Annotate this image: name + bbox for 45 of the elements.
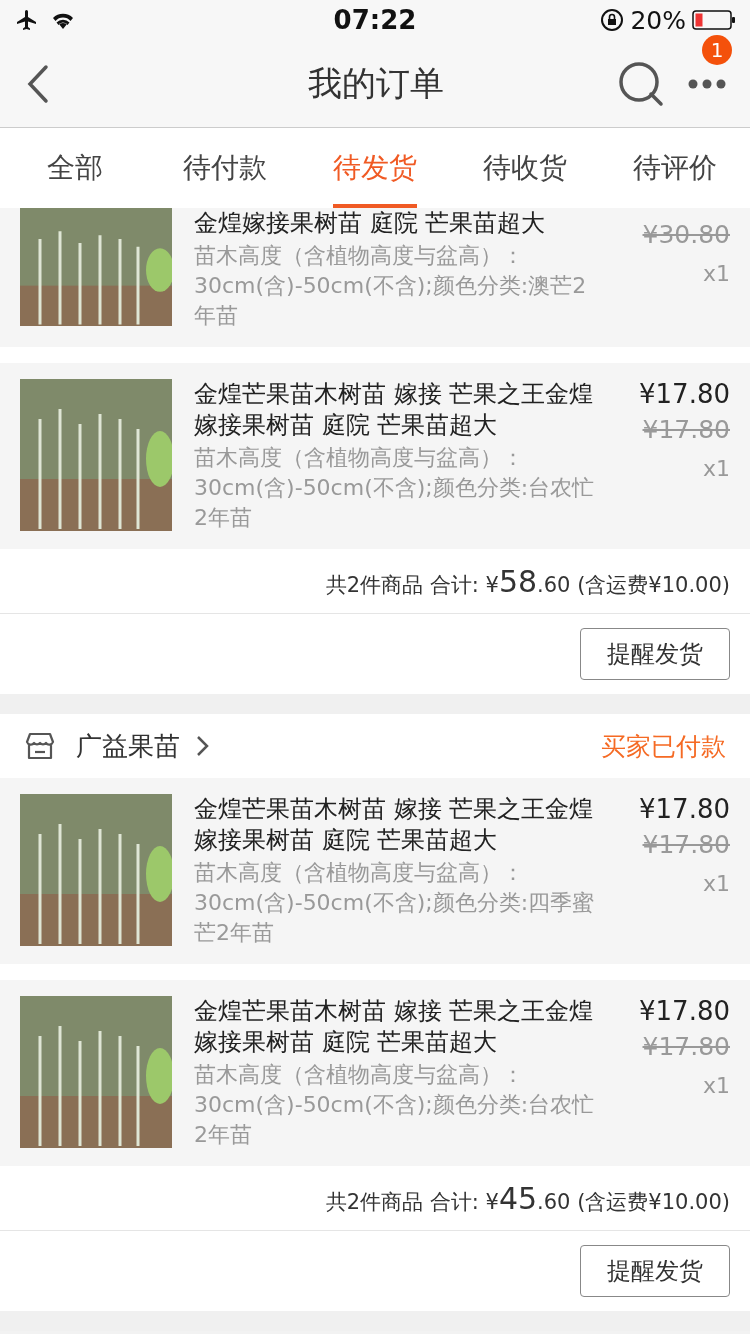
order-status: 买家已付款 <box>601 730 726 763</box>
page-title: 我的订单 <box>308 61 444 105</box>
quantity: x1 <box>702 456 730 481</box>
order-tab[interactable]: 待评价 <box>600 128 750 208</box>
remind-ship-button[interactable]: 提醒发货 <box>580 1245 730 1297</box>
product-price: ¥17.80 <box>639 379 730 409</box>
order-tab[interactable]: 待付款 <box>150 128 300 208</box>
product-price: ¥17.80 <box>639 996 730 1026</box>
product-row[interactable]: 金煌嫁接果树苗 庭院 芒果苗超大 苗木高度（含植物高度与盆高）：30cm(含)-50cm(不含);颜色分类:澳芒2年苗 ¥30.80 x1 <box>0 208 750 347</box>
rotation-lock-icon <box>600 8 625 32</box>
chevron-right-icon <box>196 735 210 757</box>
battery-icon <box>692 9 736 31</box>
product-row[interactable]: 金煌芒果苗木树苗 嫁接 芒果之王金煌嫁接果树苗 庭院 芒果苗超大 苗木高度（含植物高度与盆高）：30cm(含)-50cm(不含);颜色分类:台农忙2年苗 ¥17.80 ¥17.80 x1 <box>0 363 750 549</box>
quantity: x1 <box>702 261 730 286</box>
order-total: 共2件商品 合计: ¥45.60 (含运费¥10.00) <box>325 1180 730 1216</box>
product-title: 金煌嫁接果树苗 庭院 芒果苗超大 <box>194 208 547 239</box>
product-title: 金煌芒果苗木树苗 嫁接 芒果之王金煌嫁接果树苗 庭院 芒果苗超大 <box>194 379 595 441</box>
original-price: ¥17.80 <box>642 1032 730 1061</box>
original-price: ¥30.80 <box>642 220 730 249</box>
original-price: ¥17.80 <box>642 415 730 444</box>
search-icon <box>618 60 664 107</box>
order-total: 共2件商品 合计: ¥58.60 (含运费¥10.00) <box>325 563 730 599</box>
product-title: 金煌芒果苗木树苗 嫁接 芒果之王金煌嫁接果树苗 庭院 芒果苗超大 <box>194 996 595 1058</box>
product-price: ¥17.80 <box>639 794 730 824</box>
search-button[interactable] <box>618 60 664 107</box>
remind-ship-button[interactable]: 提醒发货 <box>580 628 730 680</box>
product-title: 金煌芒果苗木树苗 嫁接 芒果之王金煌嫁接果树苗 庭院 芒果苗超大 <box>194 794 595 856</box>
product-row[interactable]: 金煌芒果苗木树苗 嫁接 芒果之王金煌嫁接果树苗 庭院 芒果苗超大 苗木高度（含植物高度与盆高）：30cm(含)-50cm(不含);颜色分类:四季蜜芒2年苗 ¥17.80 ¥17.80 x1 <box>0 778 750 964</box>
shop-link[interactable]: 广益果苗 <box>76 728 210 764</box>
product-spec: 苗木高度（含植物高度与盆高）：30cm(含)-50cm(不含);颜色分类:台农忙2年苗 <box>194 1061 596 1149</box>
product-spec: 苗木高度（含植物高度与盆高）：30cm(含)-50cm(不含);颜色分类:台农忙2年苗 <box>194 444 596 532</box>
product-spec: 苗木高度（含植物高度与盆高）：30cm(含)-50cm(不含);颜色分类:澳芒2年苗 <box>194 242 588 330</box>
original-price: ¥17.80 <box>642 830 730 859</box>
shop-icon <box>24 732 56 760</box>
quantity: x1 <box>702 871 730 896</box>
order-tab[interactable]: 待收货 <box>450 128 600 208</box>
back-button[interactable] <box>26 63 50 104</box>
more-icon <box>688 78 726 89</box>
order-tab[interactable]: 全部 <box>0 128 150 208</box>
battery-percent: 20% <box>630 5 686 35</box>
quantity: x1 <box>702 1073 730 1098</box>
back-chevron-icon <box>26 63 50 104</box>
product-row[interactable]: 金煌芒果苗木树苗 嫁接 芒果之王金煌嫁接果树苗 庭院 芒果苗超大 苗木高度（含植物高度与盆高）：30cm(含)-50cm(不含);颜色分类:台农忙2年苗 ¥17.80 ¥17.80 x1 <box>0 980 750 1166</box>
product-spec: 苗木高度（含植物高度与盆高）：30cm(含)-50cm(不含);颜色分类:四季蜜芒2年苗 <box>194 859 596 947</box>
status-time: 07:22 <box>333 5 417 35</box>
